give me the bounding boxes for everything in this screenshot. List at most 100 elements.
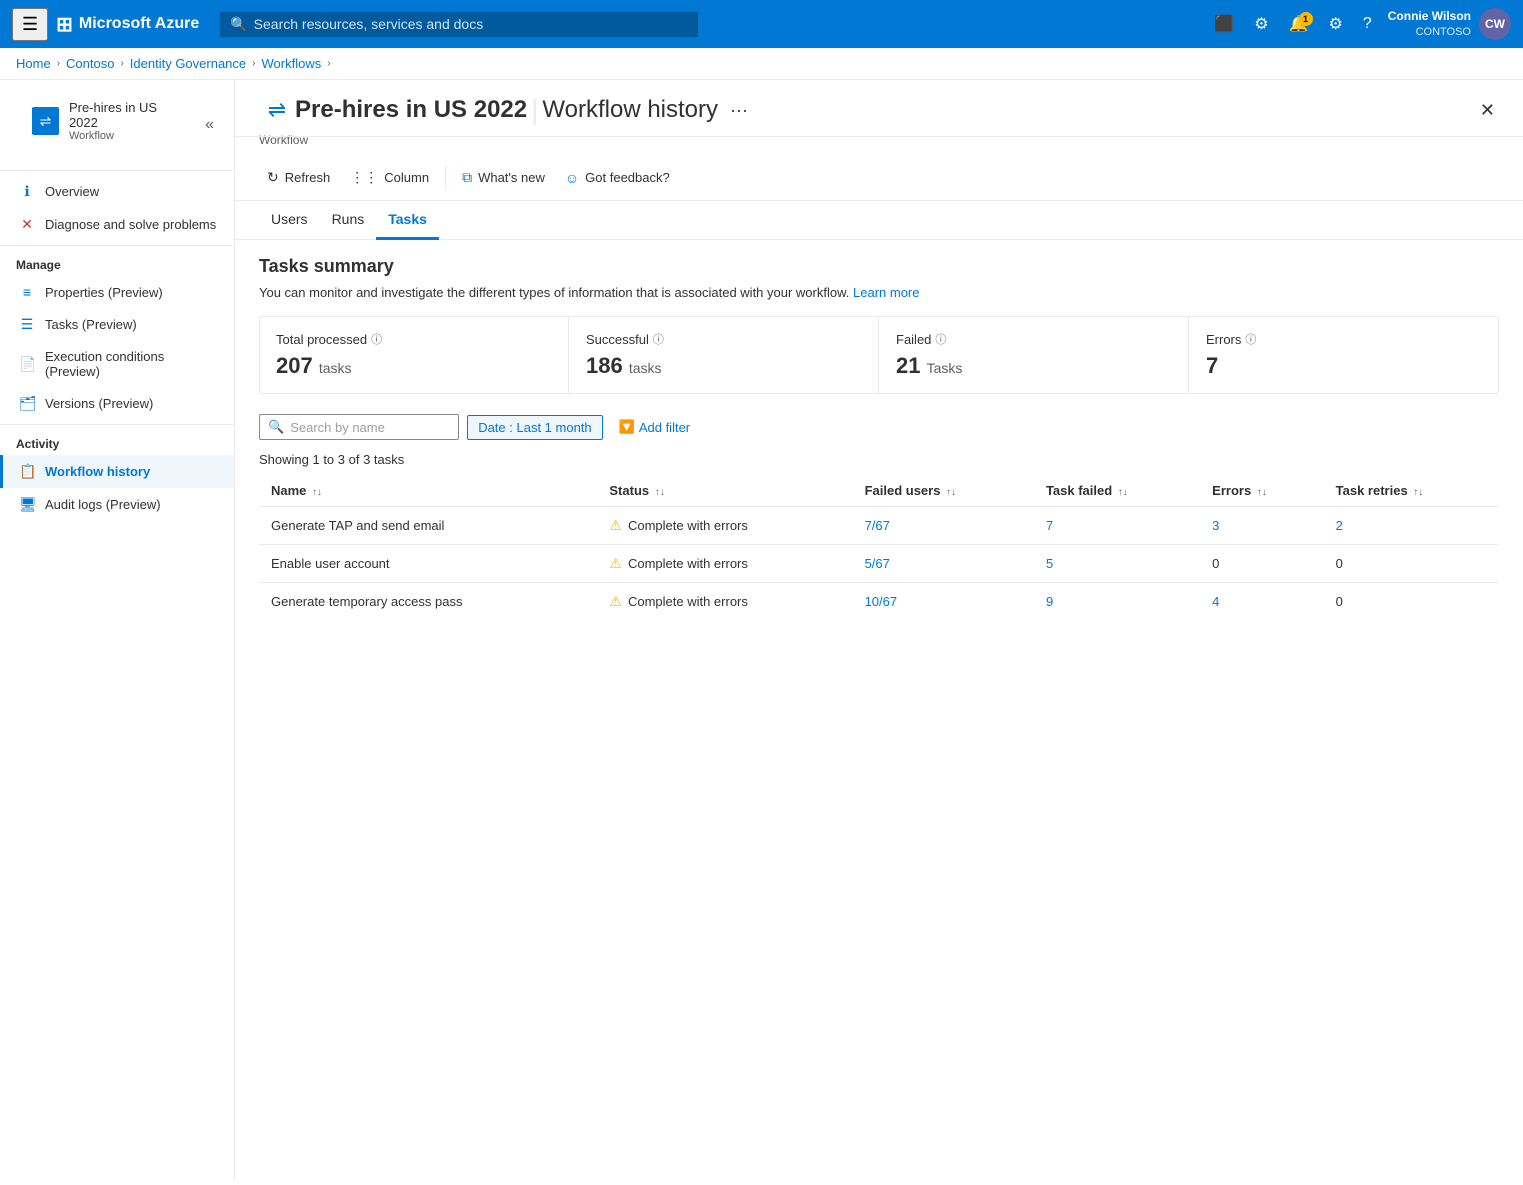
close-button[interactable]: ✕ [1476, 96, 1499, 125]
more-options-button[interactable]: ··· [722, 96, 756, 125]
errors-link-0[interactable]: 3 [1212, 518, 1219, 533]
page-workflow-icon: ⇌ [259, 92, 295, 128]
tasks-table: Name ↑↓ Status ↑↓ Failed users ↑↓ Task f… [259, 475, 1499, 620]
cell-task-failed-0: 7 [1034, 507, 1200, 545]
breadcrumb-workflows[interactable]: Workflows [262, 56, 322, 71]
card-total-info-icon[interactable]: ⓘ [371, 331, 382, 347]
global-search-input[interactable] [254, 16, 689, 32]
errors-link-2[interactable]: 4 [1212, 594, 1219, 609]
refresh-button[interactable]: ↻ Refresh [259, 163, 338, 192]
sidebar-workflow-name: Pre-hires in US 2022 [69, 100, 185, 130]
tab-users[interactable]: Users [259, 201, 320, 240]
task-failed-link-0[interactable]: 7 [1046, 518, 1053, 533]
sidebar-divider-activity [0, 424, 234, 425]
failed-users-link-1[interactable]: 5/67 [865, 556, 890, 571]
portal-settings-icon-button[interactable]: ⚙ [1246, 8, 1276, 40]
retries-value-2: 0 [1336, 594, 1343, 609]
page-header: ⇌ Pre-hires in US 2022 | Workflow histor… [235, 80, 1523, 137]
breadcrumb-identity-governance[interactable]: Identity Governance [130, 56, 246, 71]
search-input[interactable] [290, 420, 450, 435]
col-errors[interactable]: Errors ↑↓ [1200, 475, 1323, 507]
card-successful-info-icon[interactable]: ⓘ [653, 331, 664, 347]
sidebar-item-audit-logs[interactable]: 🖥 Audit logs (Preview) [0, 488, 234, 521]
card-errors-value: 7 [1206, 353, 1482, 379]
col-name[interactable]: Name ↑↓ [259, 475, 597, 507]
cell-failed-users-0: 7/67 [853, 507, 1034, 545]
tab-bar: Users Runs Tasks [235, 201, 1523, 240]
card-failed: Failed ⓘ 21 Tasks [880, 317, 1189, 393]
column-button[interactable]: ⋮⋮ Column [342, 163, 437, 192]
add-filter-button[interactable]: 🔽 Add filter [611, 415, 699, 439]
col-failed-users[interactable]: Failed users ↑↓ [853, 475, 1034, 507]
status-text-2: Complete with errors [628, 594, 748, 609]
top-navigation: ☰ ⊞ Microsoft Azure 🔍 ⬛ ⚙ 🔔 1 ⚙ ? Connie… [0, 0, 1523, 48]
col-task-retries[interactable]: Task retries ↑↓ [1324, 475, 1499, 507]
status-sort-icon: ↑↓ [655, 487, 665, 498]
task-failed-link-2[interactable]: 9 [1046, 594, 1053, 609]
toolbar: ↻ Refresh ⋮⋮ Column ⧉ What's new ☺ Got f… [235, 155, 1523, 201]
sidebar-item-workflow-history[interactable]: 📋 Workflow history [0, 455, 234, 488]
user-full-name: Connie Wilson [1388, 9, 1471, 25]
cloud-shell-button[interactable]: ⬛ [1206, 8, 1242, 40]
sidebar-collapse-button[interactable]: « [201, 112, 218, 138]
versions-icon: 🗂 [19, 395, 35, 412]
card-successful-label: Successful ⓘ [586, 331, 862, 347]
whats-new-button[interactable]: ⧉ What's new [454, 163, 553, 192]
global-search-bar[interactable]: 🔍 [219, 11, 699, 38]
hamburger-menu[interactable]: ☰ [12, 8, 48, 41]
failed-users-link-0[interactable]: 7/67 [865, 518, 890, 533]
date-filter-chip[interactable]: Date : Last 1 month [467, 415, 602, 440]
cell-errors-0: 3 [1200, 507, 1323, 545]
workflow-history-heading: Workflow history [542, 96, 718, 124]
sidebar-label-properties: Properties (Preview) [45, 285, 163, 300]
help-button[interactable]: ? [1355, 9, 1380, 39]
tasks-summary-description: You can monitor and investigate the diff… [259, 285, 1499, 300]
retries-link-0[interactable]: 2 [1336, 518, 1343, 533]
learn-more-link[interactable]: Learn more [853, 285, 919, 300]
card-errors-info-icon[interactable]: ⓘ [1245, 331, 1256, 347]
search-input-wrap[interactable]: 🔍 [259, 414, 459, 440]
task-failed-link-1[interactable]: 5 [1046, 556, 1053, 571]
breadcrumb-home[interactable]: Home [16, 56, 51, 71]
brand-name: Microsoft Azure [79, 15, 199, 33]
sidebar-item-versions[interactable]: 🗂 Versions (Preview) [0, 387, 234, 420]
column-label: Column [384, 170, 429, 185]
failed-users-sort-icon: ↑↓ [946, 487, 956, 498]
status-text-0: Complete with errors [628, 518, 748, 533]
sidebar-item-tasks[interactable]: ☰ Tasks (Preview) [0, 308, 234, 341]
nav-icon-group: ⬛ ⚙ 🔔 1 ⚙ ? Connie Wilson CONTOSO CW [1206, 8, 1511, 40]
user-section[interactable]: Connie Wilson CONTOSO CW [1388, 8, 1511, 40]
table-header-row: Name ↑↓ Status ↑↓ Failed users ↑↓ Task f… [259, 475, 1499, 507]
sidebar-item-execution[interactable]: 📄 Execution conditions (Preview) [0, 341, 234, 387]
settings-button[interactable]: ⚙ [1321, 8, 1351, 40]
cell-name-2: Generate temporary access pass [259, 583, 597, 621]
tab-runs[interactable]: Runs [320, 201, 377, 240]
avatar[interactable]: CW [1479, 8, 1511, 40]
date-filter-label: Date : Last 1 month [478, 420, 591, 435]
warning-icon-0: ⚠ [609, 517, 622, 534]
col-task-failed[interactable]: Task failed ↑↓ [1034, 475, 1200, 507]
filter-icon: 🔽 [619, 419, 635, 435]
failed-users-link-2[interactable]: 10/67 [865, 594, 898, 609]
page-layout: ⇌ Pre-hires in US 2022 Workflow « ℹ Over… [0, 80, 1523, 1180]
col-status[interactable]: Status ↑↓ [597, 475, 852, 507]
sidebar-label-versions: Versions (Preview) [45, 396, 153, 411]
notifications-button[interactable]: 🔔 1 [1281, 8, 1317, 40]
whats-new-label: What's new [478, 170, 545, 185]
sidebar-label-diagnose: Diagnose and solve problems [45, 217, 216, 232]
sidebar-item-diagnose[interactable]: ✕ Diagnose and solve problems [0, 208, 234, 241]
tab-tasks[interactable]: Tasks [376, 201, 439, 240]
cell-task-retries-1: 0 [1324, 545, 1499, 583]
sidebar-item-properties[interactable]: ≡ Properties (Preview) [0, 276, 234, 308]
breadcrumb-contoso[interactable]: Contoso [66, 56, 114, 71]
sidebar-label-execution: Execution conditions (Preview) [45, 349, 218, 379]
tasks-icon: ☰ [19, 316, 35, 333]
workflow-history-icon: 📋 [19, 463, 35, 480]
sidebar: ⇌ Pre-hires in US 2022 Workflow « ℹ Over… [0, 80, 235, 1180]
card-failed-info-icon[interactable]: ⓘ [935, 331, 946, 347]
feedback-button[interactable]: ☺ Got feedback? [557, 164, 678, 192]
sidebar-item-overview[interactable]: ℹ Overview [0, 175, 234, 208]
name-sort-icon: ↑↓ [312, 487, 322, 498]
cell-task-failed-1: 5 [1034, 545, 1200, 583]
cell-errors-2: 4 [1200, 583, 1323, 621]
